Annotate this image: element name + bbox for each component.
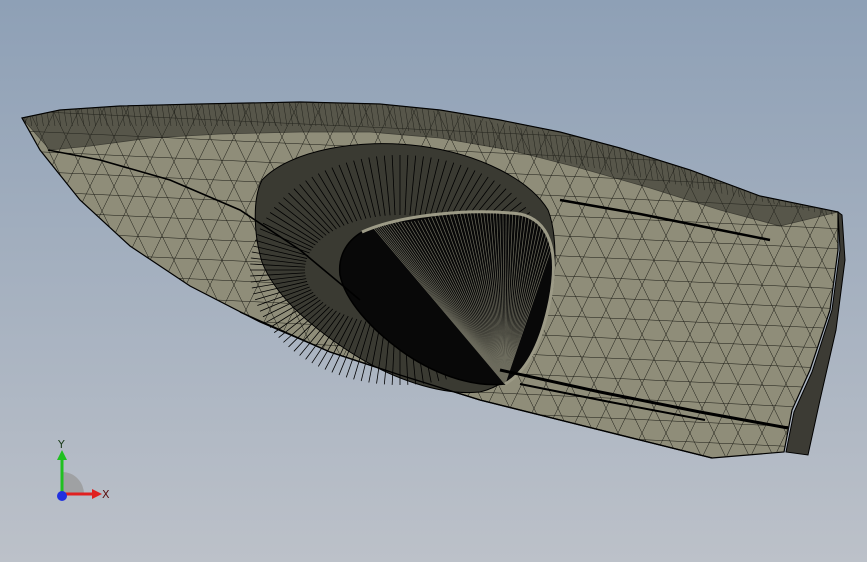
mesh-edge [0, 100, 12, 470]
mesh-edge [22, 102, 37, 458]
mesh-edge [0, 100, 12, 470]
y-axis-arrowhead [57, 450, 67, 460]
reference-triad: Y X [57, 438, 110, 501]
x-axis-arrowhead [92, 489, 102, 499]
triad-quadrant [62, 472, 84, 494]
mesh-edge [840, 100, 867, 470]
mesh-edge [840, 100, 867, 470]
boat-hull-model[interactable] [0, 0, 867, 562]
x-axis-label: X [102, 488, 110, 501]
mesh-edge [22, 102, 37, 458]
z-axis-dot [57, 491, 67, 501]
y-axis-label: Y [57, 438, 65, 451]
graphics-viewport[interactable]: Y X [0, 0, 867, 562]
